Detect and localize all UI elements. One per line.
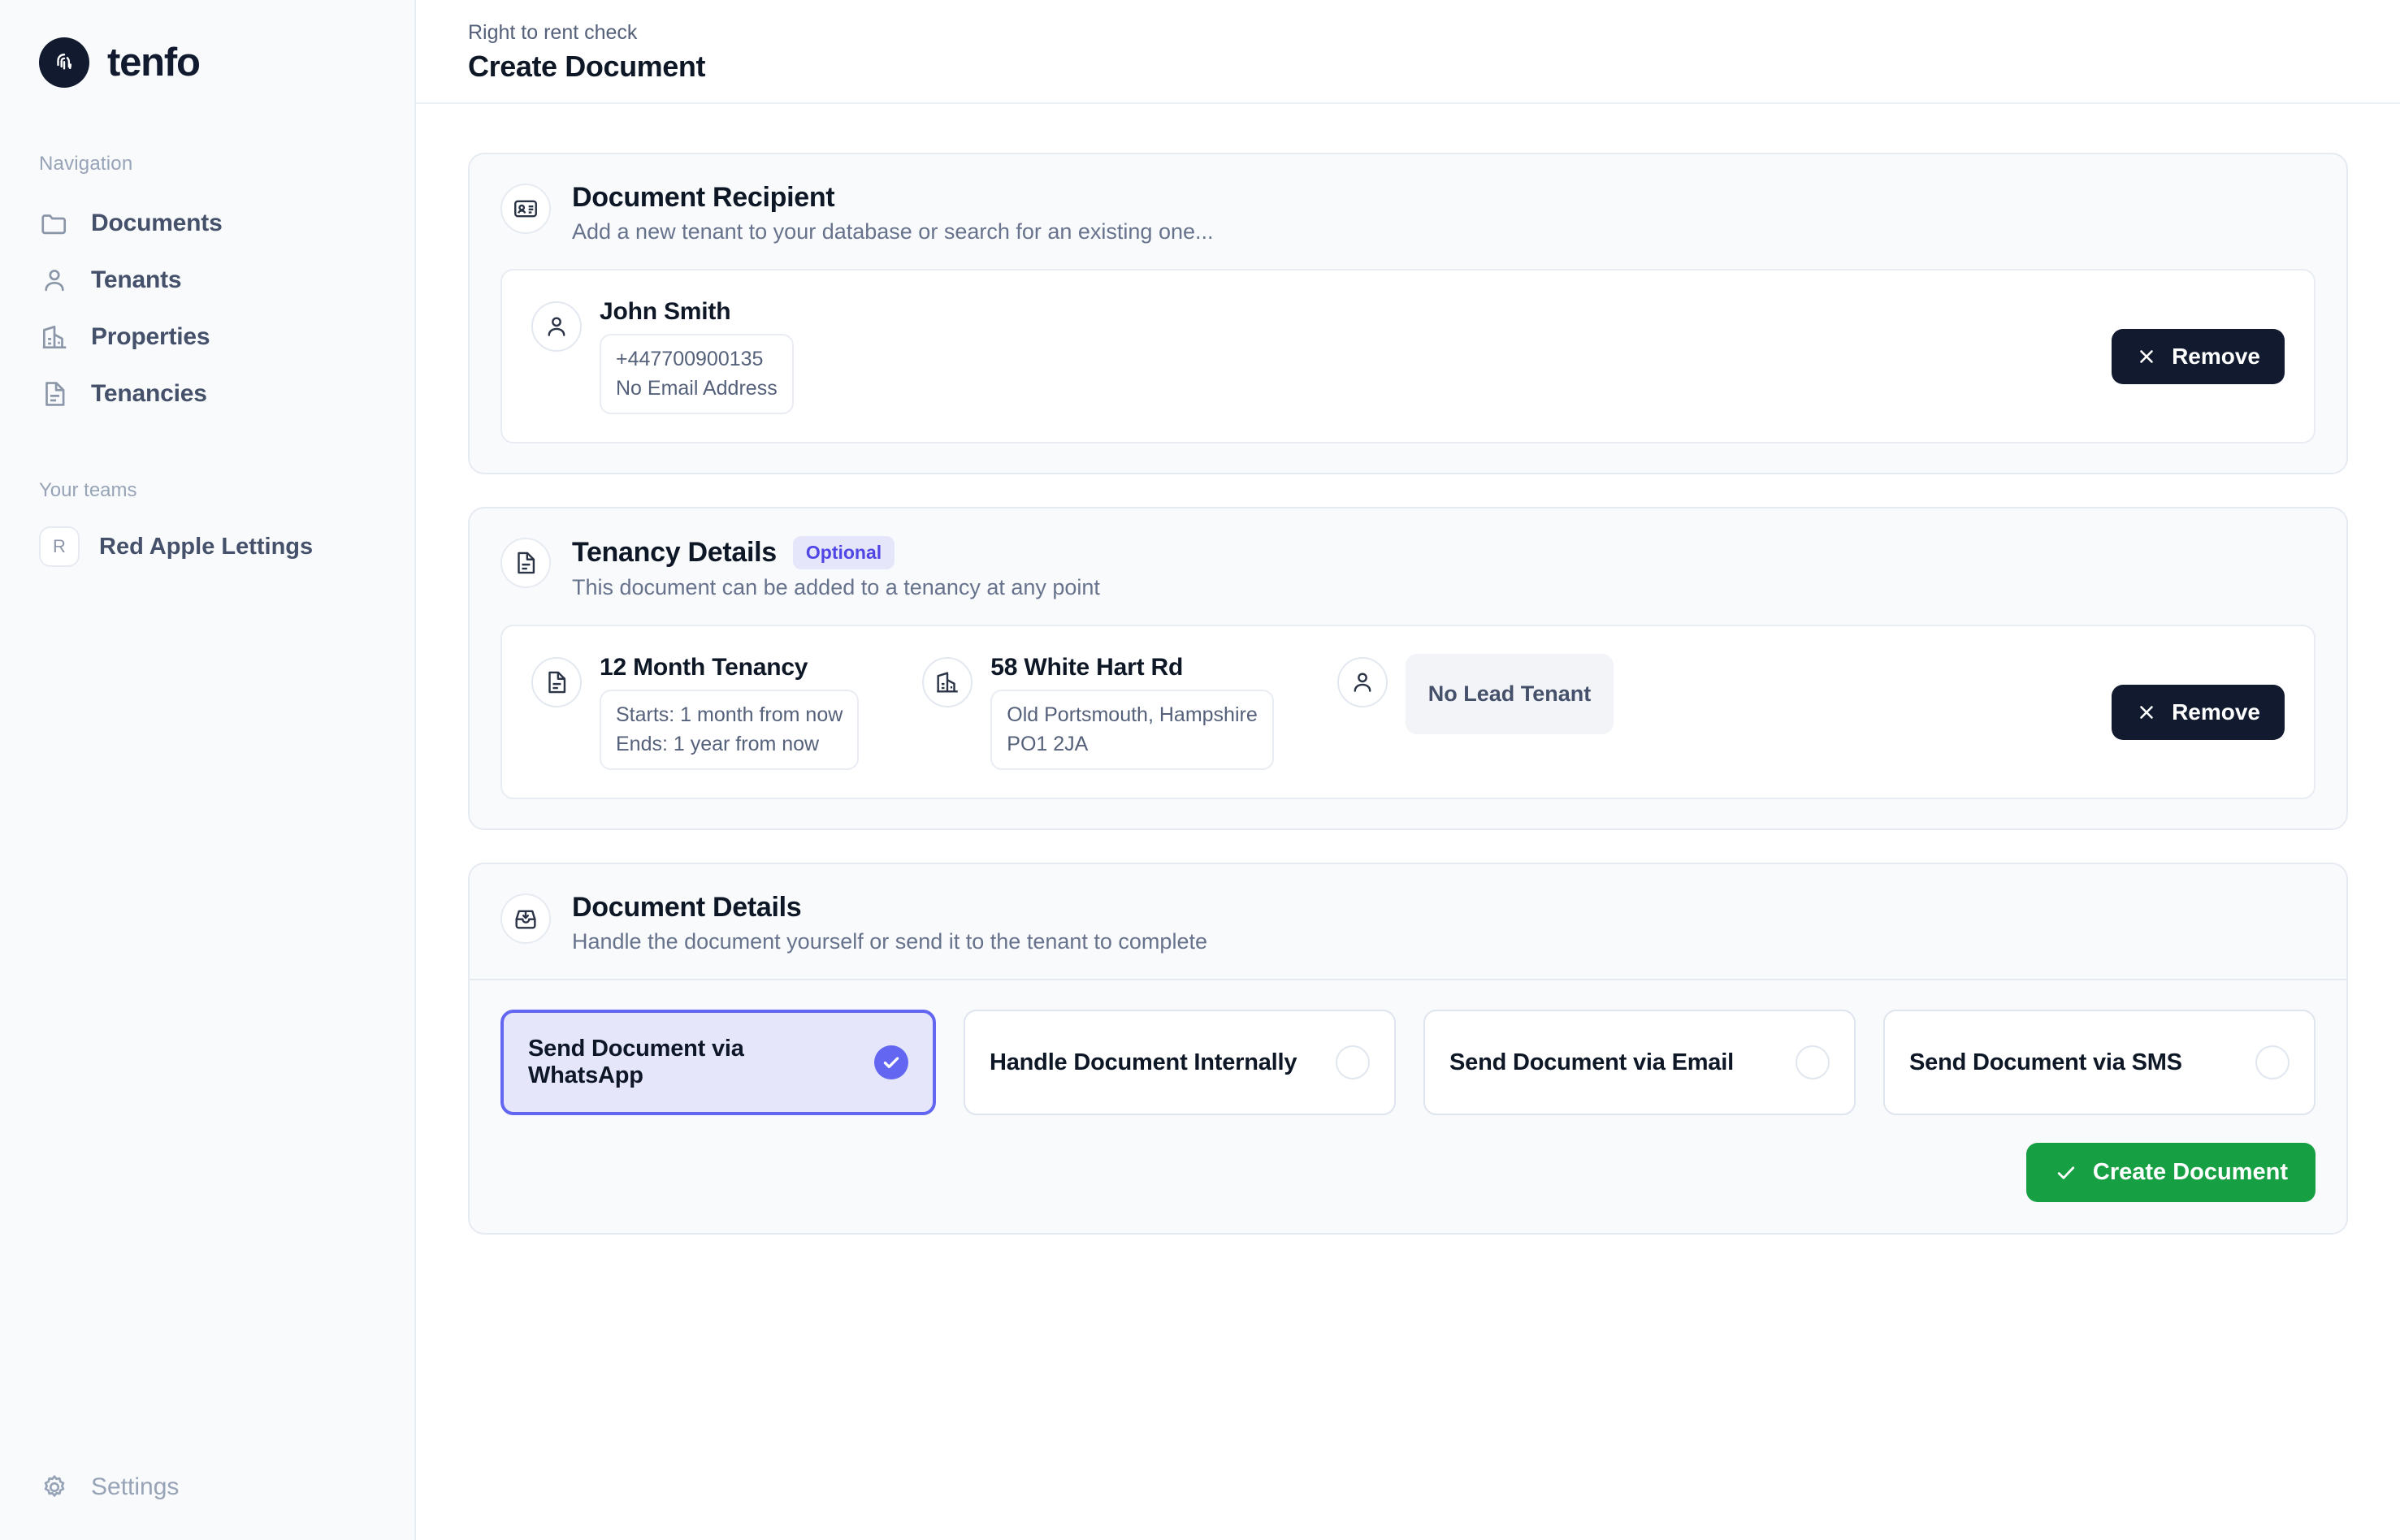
building-icon [39, 322, 70, 353]
team-label: Red Apple Lettings [99, 533, 314, 560]
sidebar-item-label: Tenancies [91, 380, 207, 407]
fingerprint-icon [39, 37, 89, 88]
delivery-options: Send Document via WhatsApp Handle Docume… [470, 979, 2346, 1143]
tenant-contact-chip: +447700900135 No Email Address [600, 334, 794, 414]
property-address-chip: Old Portsmouth, Hampshire PO1 2JA [990, 690, 1274, 770]
tenancy-start-date: Starts: 1 month from now [616, 703, 843, 726]
tenant-name: John Smith [600, 298, 731, 325]
settings-label: Settings [91, 1473, 180, 1500]
section-subtitle: This document can be added to a tenancy … [572, 575, 1100, 599]
section-title: Document Recipient [572, 182, 835, 213]
sidebar-item-settings[interactable]: Settings [0, 1472, 179, 1503]
tenancy-summary: 12 Month Tenancy Starts: 1 month from no… [531, 654, 860, 770]
option-label: Handle Document Internally [990, 1049, 1297, 1075]
document-icon [39, 379, 70, 409]
status-badge: Optional [792, 536, 895, 569]
sidebar-item-properties[interactable]: Properties [0, 309, 414, 366]
building-icon [922, 657, 973, 707]
main-area: Right to rent check Create Document Docu… [416, 0, 2400, 1540]
brand-logo[interactable]: tenfo [0, 0, 414, 88]
section-title: Tenancy Details [572, 537, 777, 568]
tenancy-lead-tenant: No Lead Tenant [1336, 654, 1614, 734]
user-icon [39, 265, 70, 296]
create-document-button[interactable]: Create Document [2025, 1143, 2316, 1202]
sidebar-item-tenancies[interactable]: Tenancies [0, 366, 414, 422]
user-icon [531, 301, 582, 352]
property-name: 58 White Hart Rd [990, 654, 1184, 681]
section-header: Tenancy Details Optional This document c… [470, 508, 2346, 625]
delivery-options-row: Send Document via WhatsApp Handle Docume… [500, 1010, 2316, 1115]
nav-section-caption: Navigation [39, 153, 133, 175]
radio-unselected-icon[interactable] [2255, 1045, 2290, 1079]
option-label: Send Document via WhatsApp [528, 1036, 744, 1088]
radio-selected-icon[interactable] [874, 1045, 908, 1079]
breadcrumb: Right to rent check [468, 21, 638, 44]
brand-name: tenfo [107, 41, 201, 84]
sidebar: tenfo Navigation Documents Tenants Prope… [0, 0, 416, 1540]
sidebar-item-documents[interactable]: Documents [0, 195, 414, 252]
tenancy-details-section: Tenancy Details Optional This document c… [468, 507, 2348, 830]
tenant-phone: +447700900135 [616, 348, 764, 370]
avatar: R [39, 526, 80, 567]
tenancy-panel: 12 Month Tenancy Starts: 1 month from no… [500, 625, 2316, 799]
tenancy-groups: 12 Month Tenancy Starts: 1 month from no… [531, 654, 2112, 770]
create-document-label: Create Document [2092, 1159, 2288, 1185]
contact-card-icon [500, 184, 551, 234]
close-icon [2140, 349, 2153, 363]
sidebar-item-label: Documents [91, 210, 223, 236]
user-icon [1336, 657, 1388, 707]
recipient-groups: John Smith +447700900135 No Email Addres… [531, 298, 2112, 414]
recipient-tenant: John Smith +447700900135 No Email Addres… [531, 298, 794, 414]
inbox-download-icon [500, 893, 551, 944]
sidebar-team-red-apple-lettings[interactable]: R Red Apple Lettings [0, 512, 414, 567]
sidebar-item-label: Properties [91, 323, 210, 350]
remove-recipient-button[interactable]: Remove [2112, 328, 2285, 384]
tenancy-end-date: Ends: 1 year from now [616, 732, 820, 755]
tenant-email: No Email Address [616, 376, 778, 400]
section-title: Document Details [572, 892, 802, 923]
app-root: tenfo Navigation Documents Tenants Prope… [0, 0, 2400, 1540]
sidebar-item-tenants[interactable]: Tenants [0, 252, 414, 309]
document-icon [500, 538, 551, 588]
document-details-section: Document Details Handle the document you… [468, 863, 2348, 1235]
option-send-via-whatsapp[interactable]: Send Document via WhatsApp [500, 1010, 936, 1115]
tenancy-property: 58 White Hart Rd Old Portsmouth, Hampshi… [922, 654, 1274, 770]
recipient-panel: John Smith +447700900135 No Email Addres… [500, 269, 2316, 443]
section-header: Document Details Handle the document you… [470, 864, 2346, 979]
property-address-line2: PO1 2JA [1007, 732, 1089, 755]
section-actions: Create Document [470, 1143, 2346, 1233]
document-recipient-section: Document Recipient Add a new tenant to y… [468, 153, 2348, 474]
tenancy-name: 12 Month Tenancy [600, 654, 808, 681]
option-handle-internally[interactable]: Handle Document Internally [964, 1010, 1396, 1115]
section-subtitle: Add a new tenant to your database or sea… [572, 219, 1214, 244]
property-address-line1: Old Portsmouth, Hampshire [1007, 703, 1258, 726]
section-subtitle: Handle the document yourself or send it … [572, 929, 1207, 954]
option-send-via-sms[interactable]: Send Document via SMS [1883, 1010, 2316, 1115]
document-icon [531, 657, 582, 707]
option-label: Send Document via SMS [1909, 1049, 2182, 1075]
page-title: Create Document [468, 50, 706, 83]
option-send-via-email[interactable]: Send Document via Email [1423, 1010, 1856, 1115]
option-label: Send Document via Email [1449, 1049, 1734, 1075]
remove-recipient-label: Remove [2172, 343, 2260, 369]
remove-tenancy-button[interactable]: Remove [2112, 684, 2285, 740]
page-header: Right to rent check Create Document [416, 0, 2400, 104]
sidebar-nav: Documents Tenants Properties Tenancies [0, 195, 414, 422]
lead-tenant-status: No Lead Tenant [1405, 654, 1614, 734]
folder-icon [39, 208, 70, 239]
page-content: Document Recipient Add a new tenant to y… [416, 104, 2400, 1267]
section-header: Document Recipient Add a new tenant to y… [470, 154, 2346, 269]
tenancy-dates-chip: Starts: 1 month from now Ends: 1 year fr… [600, 690, 860, 770]
radio-unselected-icon[interactable] [1336, 1045, 1370, 1079]
teams-section-caption: Your teams [39, 479, 137, 501]
check-icon [2057, 1166, 2074, 1179]
close-icon [2140, 705, 2153, 719]
radio-unselected-icon[interactable] [1796, 1045, 1830, 1079]
remove-tenancy-label: Remove [2172, 699, 2260, 725]
sidebar-item-label: Tenants [91, 266, 182, 293]
gear-icon [39, 1472, 70, 1503]
